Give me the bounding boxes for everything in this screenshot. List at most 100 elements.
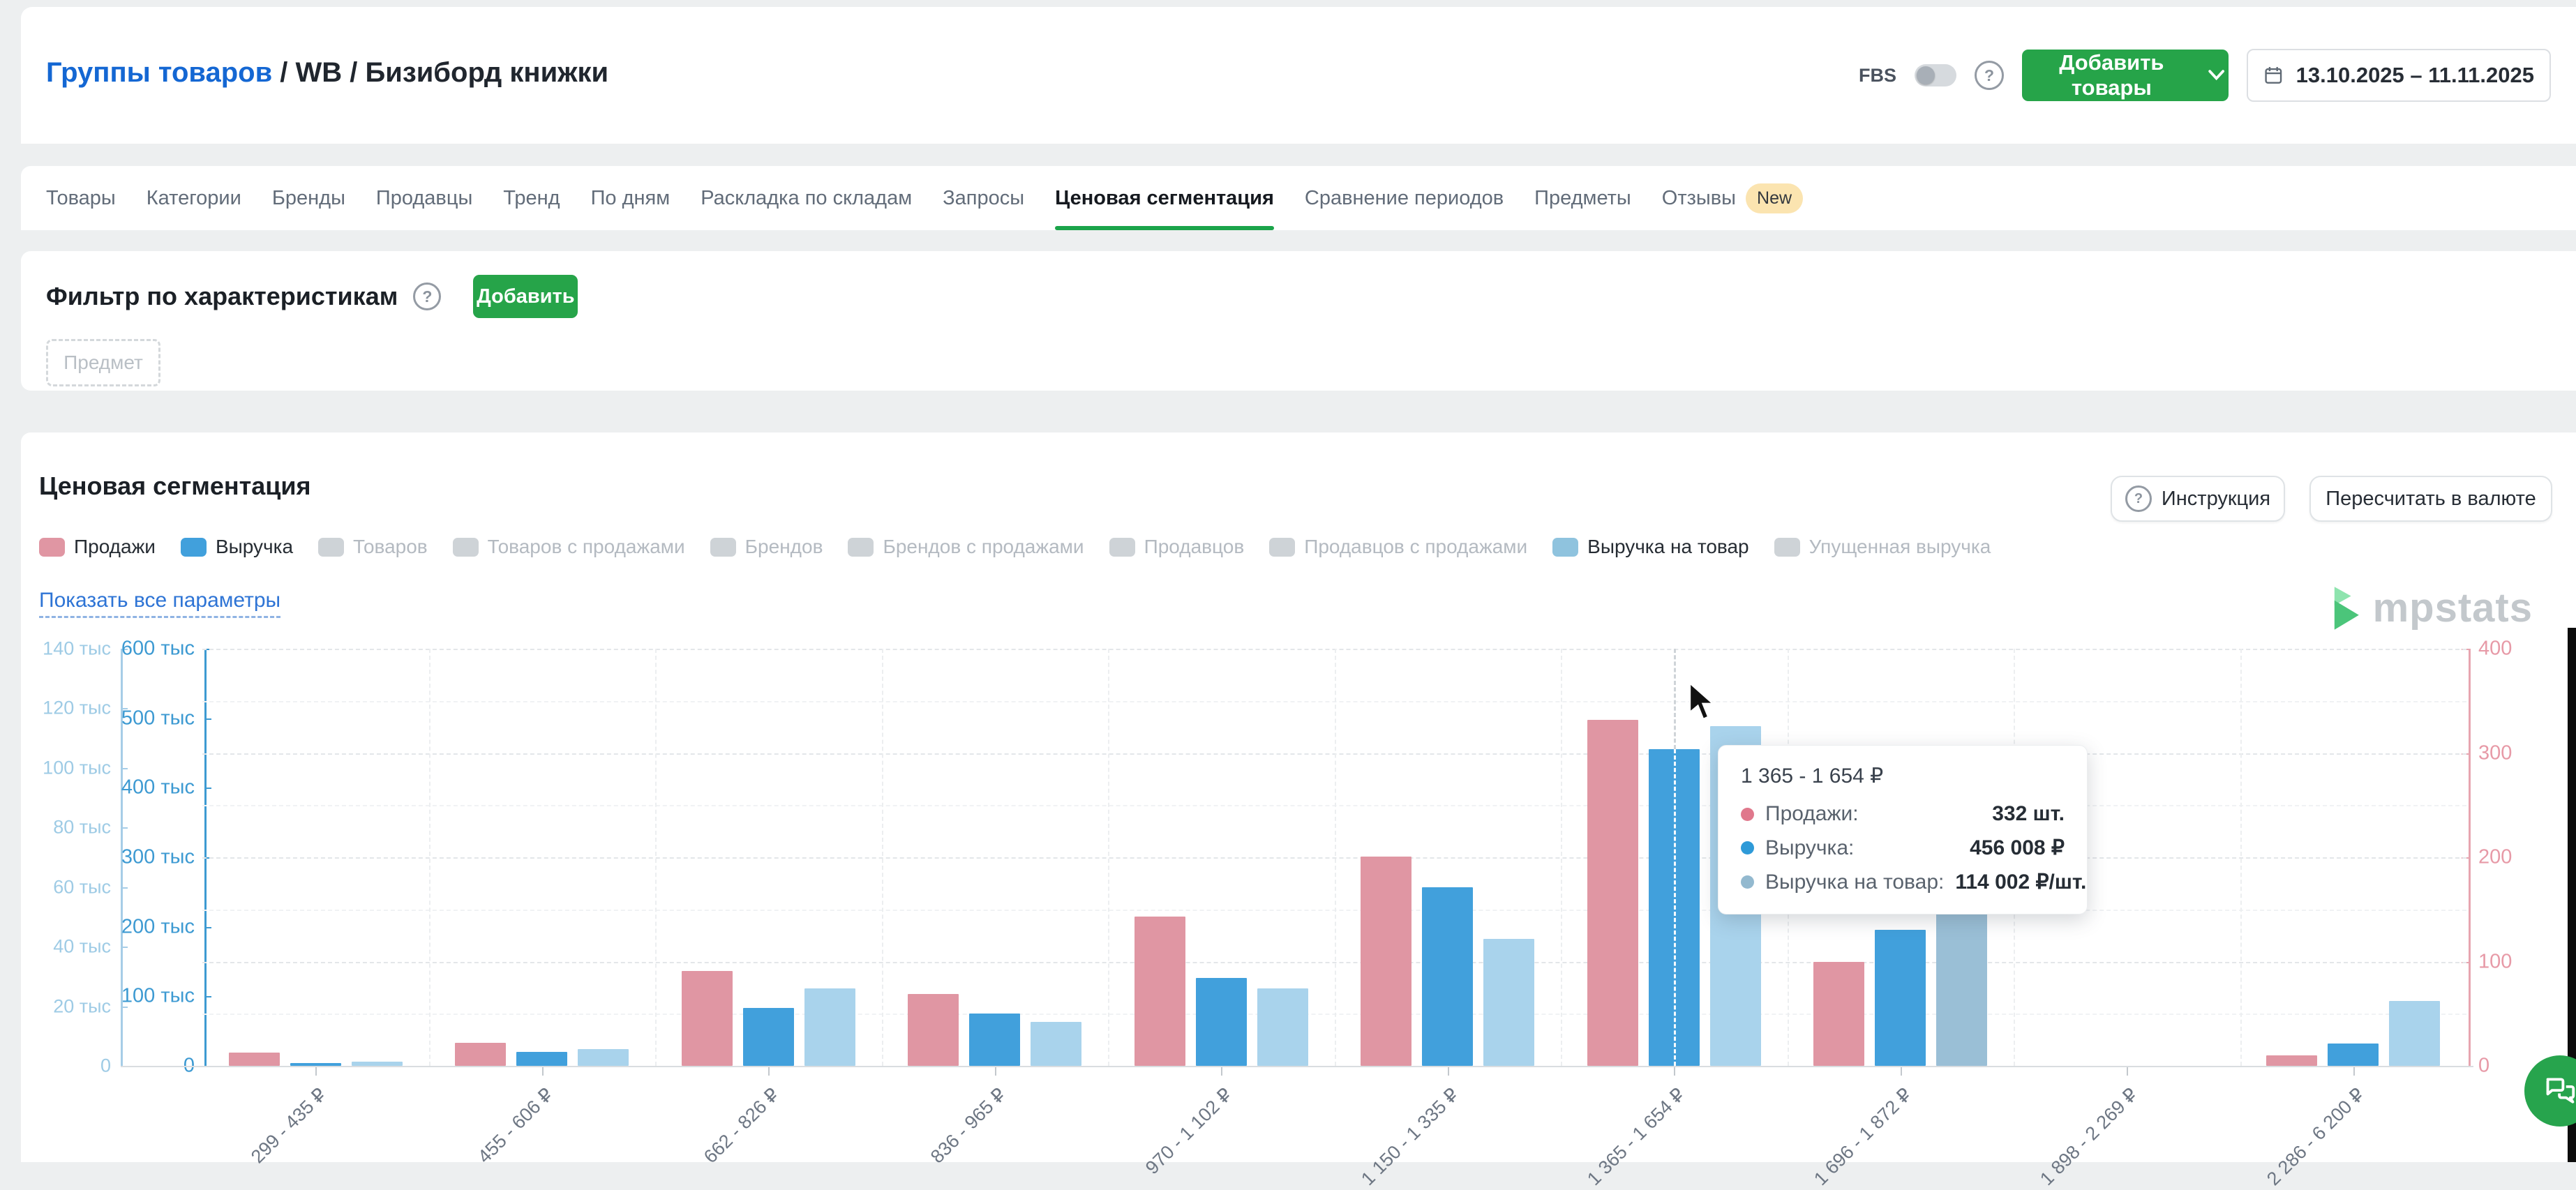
tab-7[interactable]: Раскладка по складам xyxy=(701,166,912,230)
fbs-toggle[interactable] xyxy=(1915,64,1956,86)
bar-выручка-1[interactable] xyxy=(290,1063,341,1066)
legend-item-5[interactable]: Брендов xyxy=(710,536,823,558)
date-range-value: 13.10.2025 – 11.11.2025 xyxy=(2296,63,2534,88)
mpstats-logo-icon xyxy=(2332,587,2362,630)
tab-1[interactable]: Товары xyxy=(46,166,116,230)
bar-продажи-2[interactable] xyxy=(455,1043,506,1066)
x-axis-label: 1 696 - 1 872 ₽ xyxy=(1810,1084,1916,1190)
mouse-cursor xyxy=(1688,682,1721,723)
axis-tick-label: 0 xyxy=(100,1055,111,1077)
recalculate-currency-button[interactable]: Пересчитать в валюте xyxy=(2309,476,2552,522)
tooltip-row-1: Продажи:332 шт. xyxy=(1741,802,2065,826)
bar-выручка-на-товар-6[interactable] xyxy=(1483,939,1534,1066)
legend-item-3[interactable]: Товаров xyxy=(318,536,428,558)
bar-выручка-на-товар-3[interactable] xyxy=(804,988,855,1066)
fbs-label: FBS xyxy=(1859,65,1896,86)
gridline-vertical xyxy=(429,649,430,1066)
tab-6[interactable]: По дням xyxy=(591,166,671,230)
tab-12[interactable]: ОтзывыNew xyxy=(1662,166,1803,230)
axis-tick-label: 300 xyxy=(2478,741,2512,765)
tab-11[interactable]: Предметы xyxy=(1534,166,1631,230)
bar-выручка-3[interactable] xyxy=(743,1008,794,1066)
price-segmentation-card: Ценовая сегментация ? Инструкция Пересчи… xyxy=(21,432,2576,1162)
tab-10[interactable]: Сравнение периодов xyxy=(1305,166,1504,230)
legend-item-7[interactable]: Продавцов xyxy=(1109,536,1245,558)
tab-label: Товары xyxy=(46,187,116,210)
x-axis-label: 662 - 826 ₽ xyxy=(700,1084,784,1168)
bar-выручка-6[interactable] xyxy=(1422,887,1473,1066)
x-axis-label: 299 - 435 ₽ xyxy=(247,1084,331,1168)
legend-item-1[interactable]: Продажи xyxy=(39,536,156,558)
axis-tick-label: 600 тыс xyxy=(121,638,195,661)
axis-tick-mark xyxy=(121,947,128,948)
filter-add-button[interactable]: Добавить xyxy=(473,275,578,318)
tooltip-series-value: 456 008 ₽ xyxy=(1970,836,2065,860)
x-axis-tick xyxy=(768,1067,770,1076)
x-axis-label: 455 - 606 ₽ xyxy=(474,1084,557,1168)
bar-продажи-5[interactable] xyxy=(1135,917,1185,1066)
legend-item-10[interactable]: Упущенная выручка xyxy=(1774,536,1991,558)
bar-выручка-2[interactable] xyxy=(516,1052,567,1066)
axis-tick-label: 120 тыс xyxy=(43,698,111,719)
axis-tick-label: 500 тыс xyxy=(121,707,195,730)
breadcrumb-link-product-groups[interactable]: Группы товаров xyxy=(46,57,272,88)
axis-tick-label: 200 xyxy=(2478,846,2512,869)
bar-выручка-4[interactable] xyxy=(969,1014,1020,1066)
subject-filter-chip[interactable]: Предмет xyxy=(46,339,160,386)
axis-tick-label: 300 тыс xyxy=(121,846,195,869)
bar-выручка-на-товар-5[interactable] xyxy=(1257,988,1308,1066)
bar-продажи-10[interactable] xyxy=(2266,1055,2317,1066)
tab-label: Раскладка по складам xyxy=(701,187,912,210)
legend-label: Продавцов с продажами xyxy=(1304,536,1527,558)
add-products-button[interactable]: Добавить товары xyxy=(2022,50,2229,101)
bar-продажи-3[interactable] xyxy=(682,971,733,1066)
axis-tick-label: 400 тыс xyxy=(121,776,195,799)
legend-label: Товаров xyxy=(353,536,428,558)
tab-9[interactable]: Ценовая сегментация xyxy=(1055,166,1274,230)
bar-выручка-8[interactable] xyxy=(1875,930,1926,1066)
legend-item-4[interactable]: Товаров с продажами xyxy=(453,536,685,558)
tab-label: Ценовая сегментация xyxy=(1055,187,1274,210)
legend-item-8[interactable]: Продавцов с продажами xyxy=(1269,536,1527,558)
bar-продажи-8[interactable] xyxy=(1813,962,1864,1067)
bar-продажи-4[interactable] xyxy=(908,994,959,1066)
tooltip-row-2: Выручка:456 008 ₽ xyxy=(1741,836,2065,860)
fbs-help-icon[interactable]: ? xyxy=(1975,61,2004,90)
chart-legend: Продажи Выручка Товаров Товаров с продажами… xyxy=(39,536,1991,558)
tooltip-title: 1 365 - 1 654 ₽ xyxy=(1741,764,2065,788)
bar-выручка-на-товар-10[interactable] xyxy=(2389,1001,2440,1066)
tab-4[interactable]: Продавцы xyxy=(376,166,472,230)
chat-bubbles-icon xyxy=(2544,1076,2576,1106)
header-card: Группы товаров / WB / Бизиборд книжки FB… xyxy=(21,7,2576,144)
bar-продажи-7[interactable] xyxy=(1587,720,1638,1066)
gridline-vertical xyxy=(1561,649,1562,1066)
legend-swatch xyxy=(453,538,479,557)
bar-продажи-6[interactable] xyxy=(1361,857,1411,1066)
legend-item-2[interactable]: Выручка xyxy=(181,536,293,558)
tab-8[interactable]: Запросы xyxy=(943,166,1024,230)
bar-выручка-10[interactable] xyxy=(2328,1044,2379,1066)
bar-продажи-1[interactable] xyxy=(229,1053,280,1066)
bar-выручка-5[interactable] xyxy=(1196,978,1247,1066)
axis-tick-label: 60 тыс xyxy=(53,876,111,898)
bar-выручка-на-товар-2[interactable] xyxy=(578,1049,629,1066)
legend-item-9[interactable]: Выручка на товар xyxy=(1552,536,1748,558)
legend-swatch xyxy=(1269,538,1295,557)
gridline-vertical xyxy=(882,649,883,1066)
filter-help-icon[interactable]: ? xyxy=(413,283,441,310)
tab-3[interactable]: Бренды xyxy=(272,166,345,230)
bar-выручка-на-товар-8[interactable] xyxy=(1936,899,1987,1066)
show-all-parameters-link[interactable]: Показать все параметры xyxy=(39,589,280,618)
tab-2[interactable]: Категории xyxy=(147,166,241,230)
legend-swatch xyxy=(318,538,344,557)
date-range-picker[interactable]: 13.10.2025 – 11.11.2025 xyxy=(2247,49,2551,102)
bar-выручка-на-товар-1[interactable] xyxy=(352,1062,403,1066)
axis-tick-label: 100 тыс xyxy=(121,985,195,1008)
x-axis-tick xyxy=(1674,1067,1675,1076)
tab-5[interactable]: Тренд xyxy=(503,166,560,230)
tooltip-series-label: Выручка на товар: xyxy=(1765,871,1944,894)
legend-item-6[interactable]: Брендов с продажами xyxy=(848,536,1084,558)
bar-выручка-на-товар-4[interactable] xyxy=(1031,1022,1081,1066)
tab-label: Бренды xyxy=(272,187,345,210)
instruction-button[interactable]: ? Инструкция xyxy=(2111,476,2285,522)
